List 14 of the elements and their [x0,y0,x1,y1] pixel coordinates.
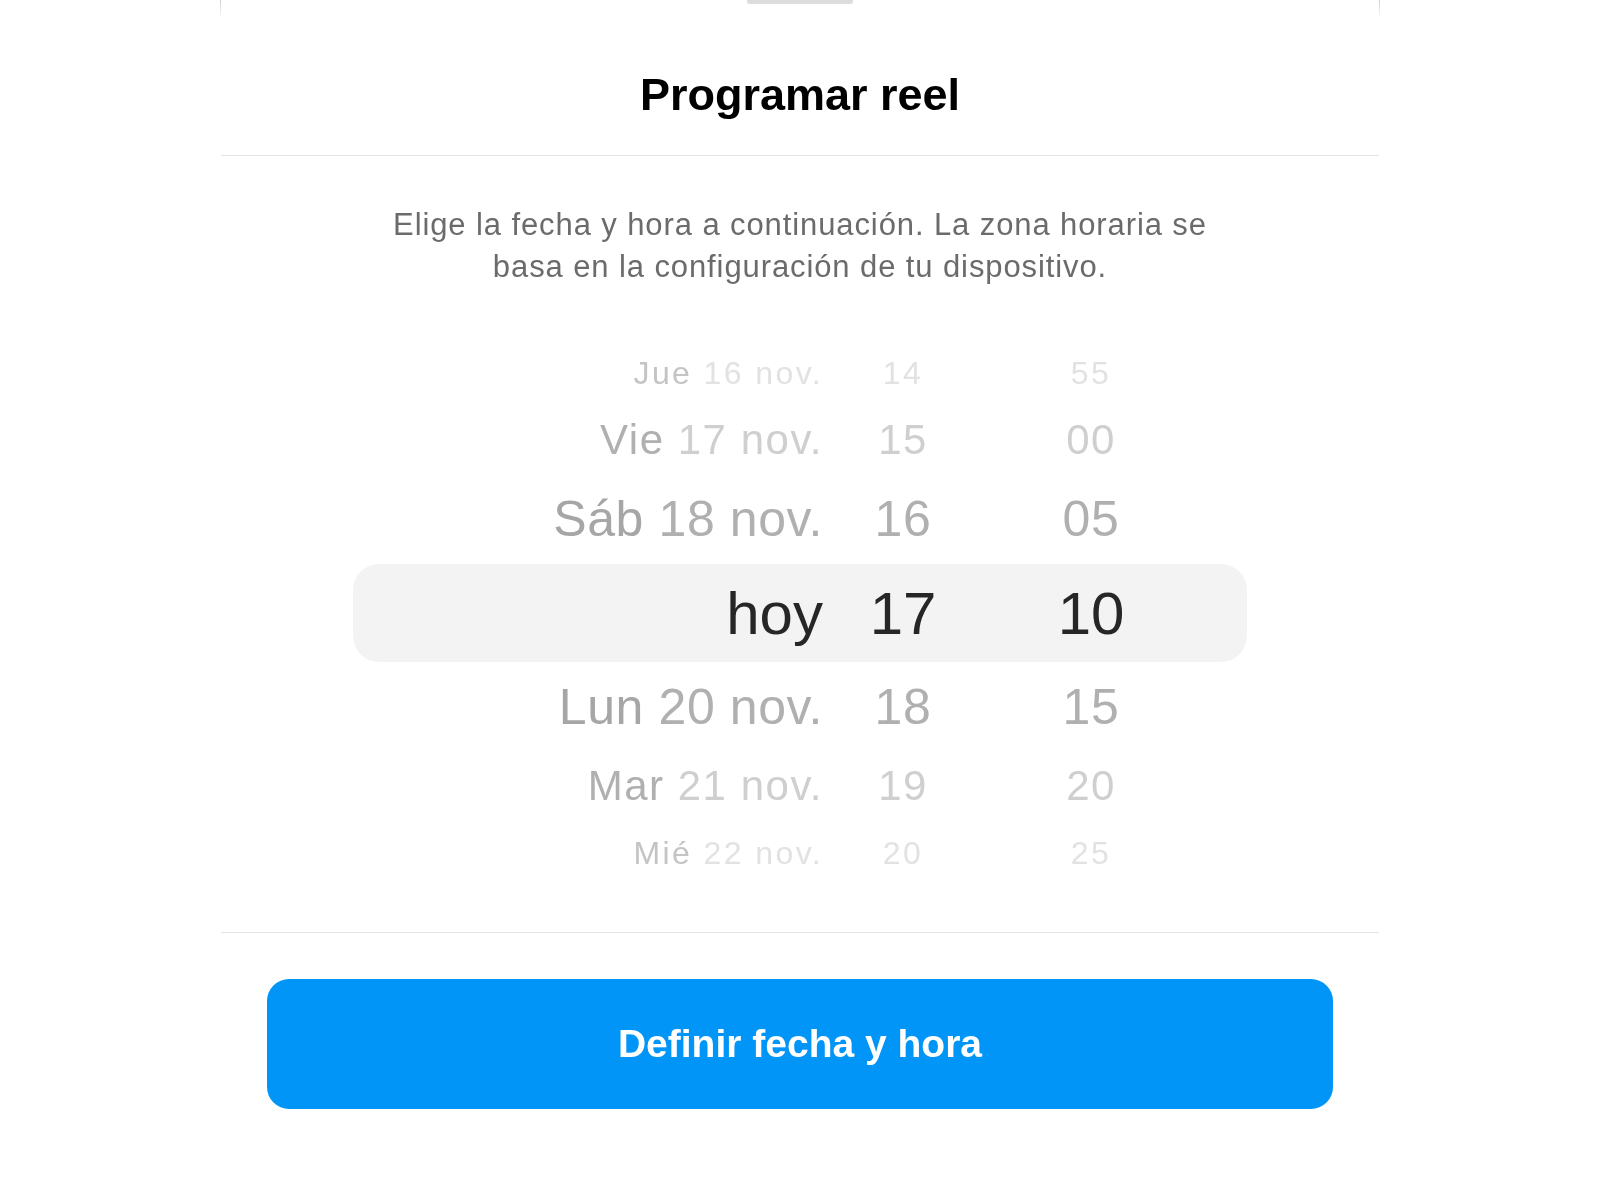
set-date-time-button[interactable]: Definir fecha y hora [267,979,1333,1109]
date-option[interactable]: Sáb 18 nov. [353,490,823,548]
date-option[interactable]: Lun 20 nov. [353,678,823,736]
minute-option[interactable]: 15 [983,678,1199,736]
hour-option[interactable]: 16 [823,490,983,548]
minute-option[interactable]: 05 [983,490,1199,548]
picker-selected-row[interactable]: hoy 17 10 [353,564,1247,662]
minute-option[interactable]: 10 [983,578,1199,648]
hour-option[interactable]: 17 [823,578,983,648]
hour-option[interactable]: 18 [823,678,983,736]
sheet-grabber[interactable] [747,0,853,4]
sheet-title: Programar reel [221,0,1379,156]
date-option[interactable]: hoy [353,578,823,648]
description-text: Elige la fecha y hora a continuación. La zona horaria se basa en la configuración de tu dispositivo. [392,206,1208,286]
